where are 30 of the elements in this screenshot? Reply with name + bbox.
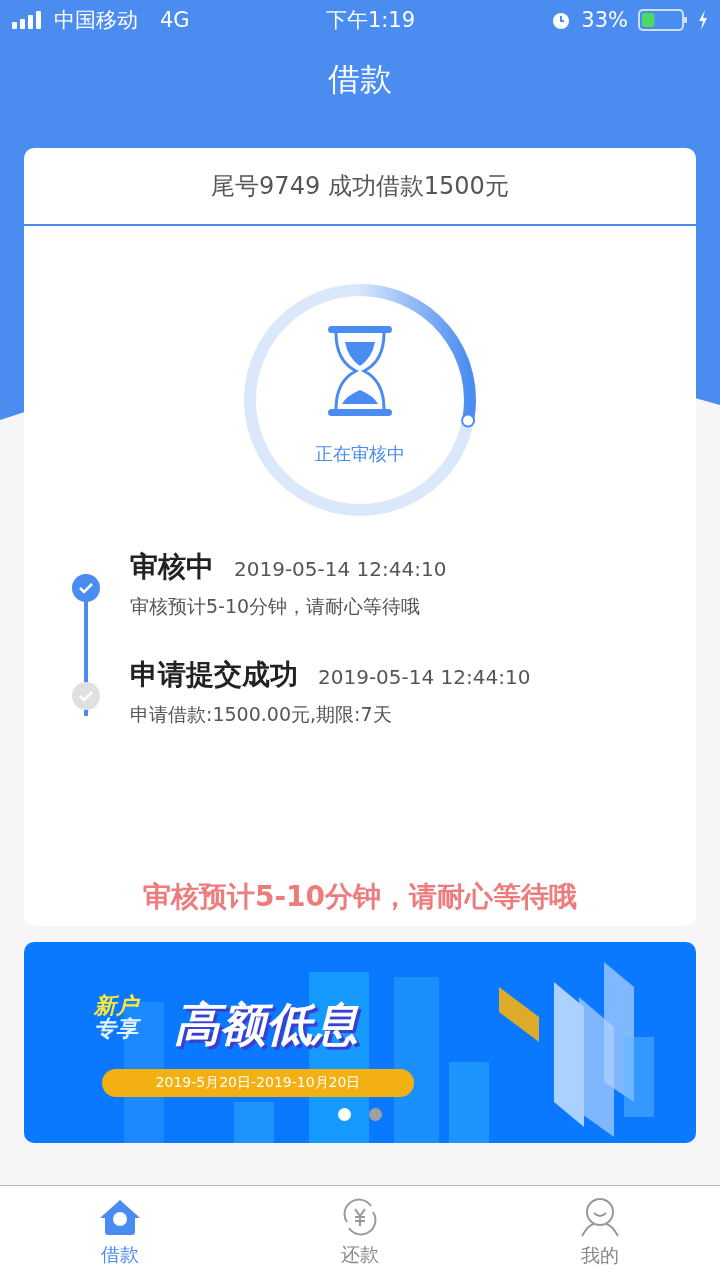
promo-banner[interactable]: 新户 专享 高额低息 2019-5月20日-2019-10月20日 (24, 942, 696, 1143)
hourglass-icon (328, 326, 392, 416)
yen-cycle-icon (341, 1198, 379, 1236)
battery-icon (638, 9, 688, 31)
step-title: 审核中 (130, 549, 214, 585)
loan-summary: 尾号9749 成功借款1500元 (24, 148, 696, 226)
alarm-icon (551, 10, 572, 30)
progress-handle (461, 413, 476, 428)
banner-headline: 高额低息 (174, 996, 358, 1053)
home-icon (98, 1198, 142, 1236)
banner-tagline: 新户 (94, 994, 138, 1018)
tab-bar-item[interactable]: 我的 (480, 1186, 720, 1280)
progress-label: 正在审核中 (314, 442, 406, 466)
signal-icon (12, 11, 44, 29)
carrier-name: 中国移动 (54, 7, 138, 34)
page-title: 借款 (327, 59, 393, 100)
tab-bar-item[interactable]: 借款 (0, 1186, 240, 1280)
clock-time: 下午1:19 (325, 7, 416, 34)
step-detail: 申请借款:1500.00元,期限:7天 (130, 702, 393, 727)
step-time: 2019-05-14 12:44:10 (234, 557, 447, 581)
charging-icon (698, 10, 708, 30)
step-title: 申请提交成功 (130, 657, 298, 693)
step-time: 2019-05-14 12:44:10 (318, 665, 531, 689)
user-icon (580, 1197, 620, 1237)
step-detail: 审核预计5-10分钟，请耐心等待哦 (130, 594, 422, 619)
banner-dates: 2019-5月20日-2019-10月20日 (102, 1069, 414, 1097)
battery-percent: 33% (581, 8, 628, 32)
network-type: 4G (160, 8, 190, 32)
notice-text: 审核预计5-10分钟，请耐心等待哦 (141, 879, 579, 915)
tab-bar-item[interactable]: 还款 (240, 1186, 480, 1280)
